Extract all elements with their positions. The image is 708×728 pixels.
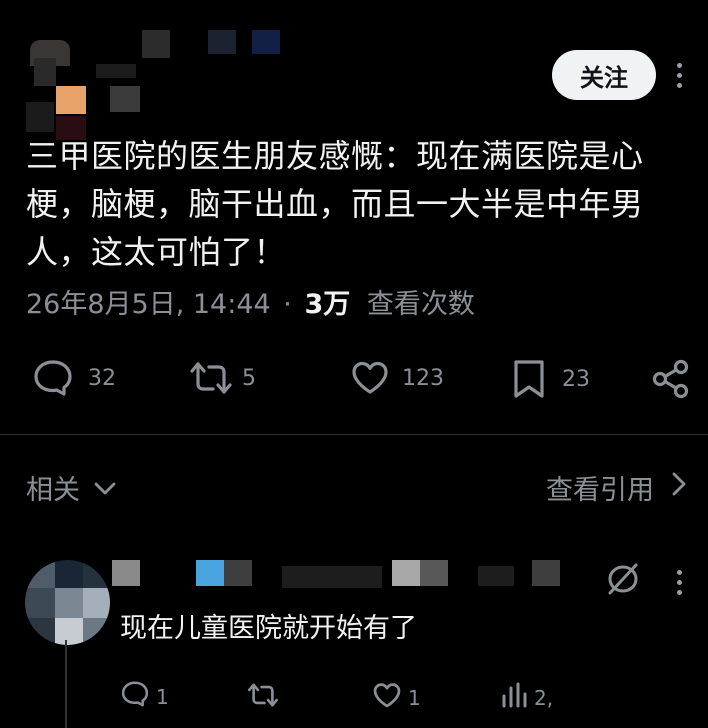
reply-author-censored[interactable]	[112, 560, 572, 592]
retweet-count: 5	[242, 365, 256, 391]
reply-count: 32	[88, 365, 116, 391]
more-vertical-icon[interactable]	[677, 63, 683, 93]
related-label: 相关	[26, 475, 80, 506]
speech-bubble-icon	[120, 680, 150, 713]
author-avatar[interactable]	[22, 30, 102, 140]
tweet-meta: 26年8月5日, 14:44 · 3万 查看次数	[26, 282, 475, 321]
retweet-icon	[188, 360, 234, 396]
reply-text: 现在儿童医院就开始有了	[120, 613, 417, 644]
reply-reply-button[interactable]: 1	[120, 680, 169, 713]
reply-views-count: 2,	[534, 685, 554, 710]
chevron-right-icon	[672, 472, 686, 503]
bookmark-button[interactable]: 23	[512, 358, 590, 400]
view-quotes-link[interactable]: 查看引用	[546, 468, 686, 507]
reply-button[interactable]: 32	[32, 358, 116, 398]
author-name-censored[interactable]	[96, 30, 296, 112]
reply-retweet-button[interactable]	[246, 682, 280, 713]
meta-separator: ·	[283, 289, 292, 320]
retweet-icon	[246, 682, 280, 713]
like-count: 123	[402, 365, 444, 391]
views-count: 3万	[304, 289, 351, 320]
share-icon	[650, 358, 692, 400]
thread-line	[65, 640, 67, 728]
tweet-timestamp[interactable]: 26年8月5日, 14:44	[26, 289, 271, 320]
bookmark-icon	[512, 358, 546, 400]
heart-icon	[350, 360, 390, 396]
share-button[interactable]	[650, 358, 692, 400]
reply-more-vertical-icon[interactable]	[677, 570, 683, 600]
speech-bubble-icon	[32, 358, 74, 398]
chevron-down-icon	[94, 472, 116, 503]
like-button[interactable]: 123	[350, 360, 444, 396]
reply-views-button[interactable]: 2,	[500, 682, 553, 713]
bar-chart-icon	[500, 682, 528, 713]
bookmark-count: 23	[562, 366, 590, 392]
reply-avatar[interactable]	[25, 560, 110, 645]
tweet-text: 三甲医院的医生朋友感慨：现在满医院是心梗，脑梗，脑干出血，而且一大半是中年男人，…	[26, 137, 644, 271]
views-label: 查看次数	[366, 289, 475, 320]
heart-icon	[372, 682, 402, 714]
retweet-button[interactable]: 5	[188, 360, 256, 396]
eye-slash-icon[interactable]	[604, 562, 642, 600]
reply-reply-count: 1	[156, 684, 169, 709]
view-quotes-label: 查看引用	[546, 475, 654, 506]
follow-button[interactable]: 关注	[552, 50, 656, 100]
related-dropdown[interactable]: 相关	[26, 468, 116, 507]
reply-like-button[interactable]: 1	[372, 682, 421, 714]
reply-like-count: 1	[408, 686, 421, 710]
divider	[0, 434, 708, 435]
